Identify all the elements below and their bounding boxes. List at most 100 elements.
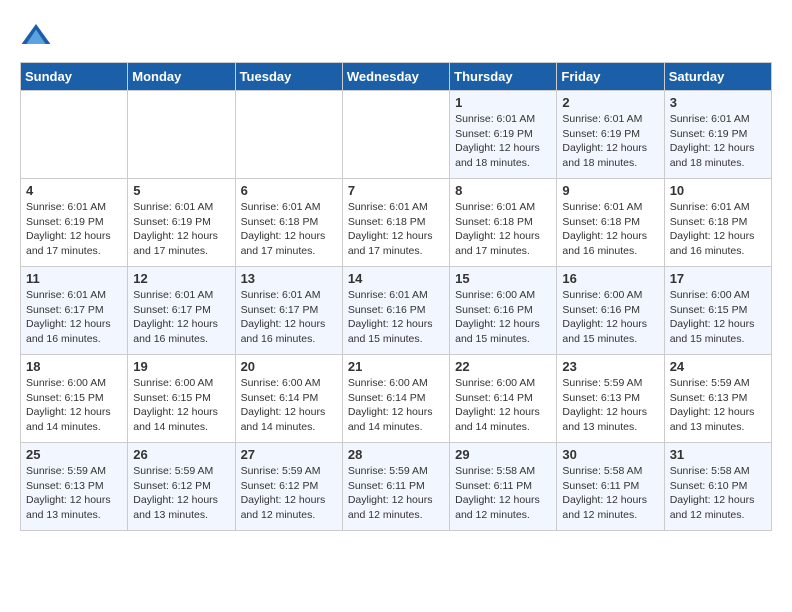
day-number: 22 [455,359,551,374]
calendar-cell [235,91,342,179]
day-number: 23 [562,359,658,374]
calendar-cell [21,91,128,179]
calendar-week-row: 18 Sunrise: 6:00 AM Sunset: 6:15 PM Dayli… [21,355,772,443]
calendar-cell: 10 Sunrise: 6:01 AM Sunset: 6:18 PM Dayli… [664,179,771,267]
day-number: 14 [348,271,444,286]
day-info: Sunrise: 6:00 AM Sunset: 6:16 PM Dayligh… [562,288,658,347]
calendar-cell: 26 Sunrise: 5:59 AM Sunset: 6:12 PM Dayli… [128,443,235,531]
calendar-cell: 25 Sunrise: 5:59 AM Sunset: 6:13 PM Dayli… [21,443,128,531]
weekday-header-thursday: Thursday [450,63,557,91]
day-number: 25 [26,447,122,462]
calendar-cell: 3 Sunrise: 6:01 AM Sunset: 6:19 PM Daylig… [664,91,771,179]
calendar-cell: 27 Sunrise: 5:59 AM Sunset: 6:12 PM Dayli… [235,443,342,531]
day-number: 1 [455,95,551,110]
calendar-cell: 12 Sunrise: 6:01 AM Sunset: 6:17 PM Dayli… [128,267,235,355]
day-info: Sunrise: 5:59 AM Sunset: 6:12 PM Dayligh… [133,464,229,523]
weekday-header-friday: Friday [557,63,664,91]
day-info: Sunrise: 5:58 AM Sunset: 6:11 PM Dayligh… [455,464,551,523]
day-info: Sunrise: 6:00 AM Sunset: 6:14 PM Dayligh… [455,376,551,435]
page-header [20,20,772,52]
day-info: Sunrise: 6:01 AM Sunset: 6:19 PM Dayligh… [26,200,122,259]
logo [20,20,56,52]
day-number: 8 [455,183,551,198]
calendar-cell: 5 Sunrise: 6:01 AM Sunset: 6:19 PM Daylig… [128,179,235,267]
day-info: Sunrise: 6:01 AM Sunset: 6:18 PM Dayligh… [455,200,551,259]
weekday-header-monday: Monday [128,63,235,91]
calendar-cell: 14 Sunrise: 6:01 AM Sunset: 6:16 PM Dayli… [342,267,449,355]
day-number: 24 [670,359,766,374]
calendar-cell: 11 Sunrise: 6:01 AM Sunset: 6:17 PM Dayli… [21,267,128,355]
day-number: 11 [26,271,122,286]
day-info: Sunrise: 6:01 AM Sunset: 6:19 PM Dayligh… [670,112,766,171]
day-info: Sunrise: 6:00 AM Sunset: 6:14 PM Dayligh… [348,376,444,435]
calendar-week-row: 1 Sunrise: 6:01 AM Sunset: 6:19 PM Daylig… [21,91,772,179]
day-info: Sunrise: 6:01 AM Sunset: 6:17 PM Dayligh… [241,288,337,347]
calendar-week-row: 4 Sunrise: 6:01 AM Sunset: 6:19 PM Daylig… [21,179,772,267]
calendar-cell: 16Sunrise: 6:00 AM Sunset: 6:16 PM Dayli… [557,267,664,355]
day-number: 3 [670,95,766,110]
day-number: 5 [133,183,229,198]
calendar-cell: 24 Sunrise: 5:59 AM Sunset: 6:13 PM Dayli… [664,355,771,443]
day-info: Sunrise: 6:00 AM Sunset: 6:15 PM Dayligh… [26,376,122,435]
day-number: 29 [455,447,551,462]
day-number: 18 [26,359,122,374]
calendar-cell: 17Sunrise: 6:00 AM Sunset: 6:15 PM Dayli… [664,267,771,355]
calendar-cell: 31 Sunrise: 5:58 AM Sunset: 6:10 PM Dayli… [664,443,771,531]
calendar-cell: 4 Sunrise: 6:01 AM Sunset: 6:19 PM Daylig… [21,179,128,267]
day-info: Sunrise: 5:59 AM Sunset: 6:12 PM Dayligh… [241,464,337,523]
calendar-cell: 6 Sunrise: 6:01 AM Sunset: 6:18 PM Daylig… [235,179,342,267]
weekday-header-wednesday: Wednesday [342,63,449,91]
day-info: Sunrise: 5:58 AM Sunset: 6:11 PM Dayligh… [562,464,658,523]
calendar-cell: 19 Sunrise: 6:00 AM Sunset: 6:15 PM Dayli… [128,355,235,443]
calendar-cell: 2Sunrise: 6:01 AM Sunset: 6:19 PM Daylig… [557,91,664,179]
day-info: Sunrise: 6:01 AM Sunset: 6:19 PM Dayligh… [562,112,658,171]
day-info: Sunrise: 6:01 AM Sunset: 6:19 PM Dayligh… [133,200,229,259]
day-info: Sunrise: 6:01 AM Sunset: 6:19 PM Dayligh… [455,112,551,171]
calendar-cell: 9 Sunrise: 6:01 AM Sunset: 6:18 PM Daylig… [557,179,664,267]
day-number: 26 [133,447,229,462]
calendar-cell: 20 Sunrise: 6:00 AM Sunset: 6:14 PM Dayli… [235,355,342,443]
day-number: 13 [241,271,337,286]
calendar-cell: 23 Sunrise: 5:59 AM Sunset: 6:13 PM Dayli… [557,355,664,443]
calendar-cell [128,91,235,179]
day-info: Sunrise: 5:59 AM Sunset: 6:13 PM Dayligh… [562,376,658,435]
day-info: Sunrise: 6:00 AM Sunset: 6:16 PM Dayligh… [455,288,551,347]
day-info: Sunrise: 5:59 AM Sunset: 6:13 PM Dayligh… [670,376,766,435]
day-info: Sunrise: 5:59 AM Sunset: 6:11 PM Dayligh… [348,464,444,523]
calendar-cell: 29 Sunrise: 5:58 AM Sunset: 6:11 PM Dayli… [450,443,557,531]
day-info: Sunrise: 6:00 AM Sunset: 6:15 PM Dayligh… [133,376,229,435]
day-info: Sunrise: 6:01 AM Sunset: 6:18 PM Dayligh… [241,200,337,259]
day-number: 6 [241,183,337,198]
day-number: 30 [562,447,658,462]
day-info: Sunrise: 6:00 AM Sunset: 6:14 PM Dayligh… [241,376,337,435]
calendar-cell: 18 Sunrise: 6:00 AM Sunset: 6:15 PM Dayli… [21,355,128,443]
day-number: 15 [455,271,551,286]
day-info: Sunrise: 6:01 AM Sunset: 6:18 PM Dayligh… [562,200,658,259]
calendar-cell: 13 Sunrise: 6:01 AM Sunset: 6:17 PM Dayli… [235,267,342,355]
day-number: 20 [241,359,337,374]
day-number: 31 [670,447,766,462]
day-number: 10 [670,183,766,198]
day-info: Sunrise: 6:01 AM Sunset: 6:16 PM Dayligh… [348,288,444,347]
day-number: 4 [26,183,122,198]
day-info: Sunrise: 6:01 AM Sunset: 6:18 PM Dayligh… [670,200,766,259]
calendar-cell: 21Sunrise: 6:00 AM Sunset: 6:14 PM Dayli… [342,355,449,443]
day-number: 28 [348,447,444,462]
day-info: Sunrise: 5:58 AM Sunset: 6:10 PM Dayligh… [670,464,766,523]
day-number: 19 [133,359,229,374]
calendar-table: SundayMondayTuesdayWednesdayThursdayFrid… [20,62,772,531]
day-info: Sunrise: 6:01 AM Sunset: 6:17 PM Dayligh… [133,288,229,347]
day-number: 27 [241,447,337,462]
day-info: Sunrise: 6:01 AM Sunset: 6:17 PM Dayligh… [26,288,122,347]
day-info: Sunrise: 5:59 AM Sunset: 6:13 PM Dayligh… [26,464,122,523]
weekday-header-tuesday: Tuesday [235,63,342,91]
day-number: 12 [133,271,229,286]
calendar-cell: 8 Sunrise: 6:01 AM Sunset: 6:18 PM Daylig… [450,179,557,267]
calendar-cell: 30 Sunrise: 5:58 AM Sunset: 6:11 PM Dayli… [557,443,664,531]
calendar-week-row: 25 Sunrise: 5:59 AM Sunset: 6:13 PM Dayli… [21,443,772,531]
calendar-cell: 1 Sunrise: 6:01 AM Sunset: 6:19 PM Daylig… [450,91,557,179]
calendar-week-row: 11 Sunrise: 6:01 AM Sunset: 6:17 PM Dayli… [21,267,772,355]
day-number: 9 [562,183,658,198]
weekday-header-saturday: Saturday [664,63,771,91]
logo-icon [20,20,52,52]
